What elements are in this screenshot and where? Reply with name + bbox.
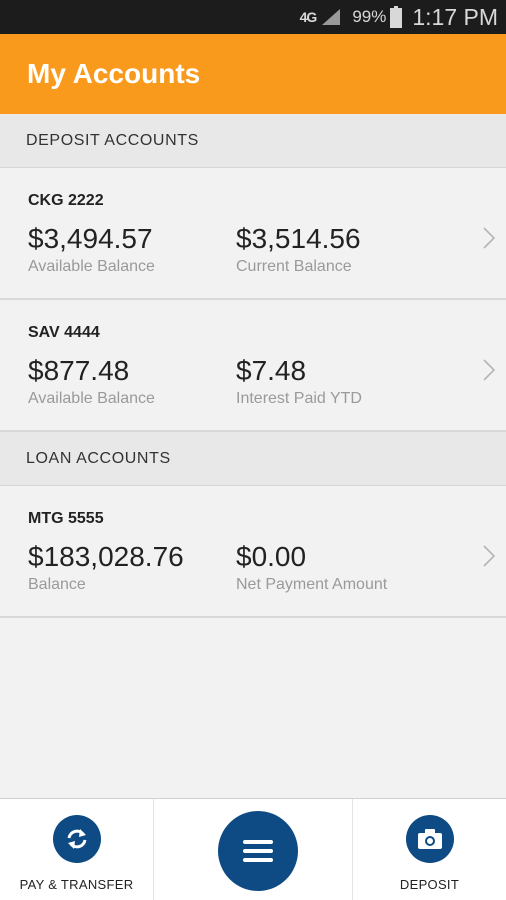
available-balance-label: Available Balance <box>28 258 155 275</box>
deposit-label: DEPOSIT <box>399 877 460 892</box>
account-name: SAV 4444 <box>28 324 100 341</box>
signal-icon <box>322 9 341 25</box>
account-card-sav[interactable]: SAV 4444 $877.48 Available Balance $7.48… <box>0 300 506 432</box>
chevron-right-icon[interactable] <box>482 358 496 382</box>
status-bar: 4G 99% 1:17 PM <box>0 0 506 34</box>
net-payment-label: Net Payment Amount <box>236 576 388 593</box>
battery-percent: 99% <box>352 7 387 26</box>
available-balance-value: $3,494.57 <box>28 223 153 254</box>
pay-transfer-label: PAY & TRANSFER <box>19 877 134 892</box>
page-title: My Accounts <box>27 58 201 89</box>
account-name: CKG 2222 <box>28 192 104 209</box>
refresh-icon <box>52 815 101 863</box>
interest-paid-value: $7.48 <box>236 355 307 386</box>
section-title: DEPOSIT ACCOUNTS <box>26 131 199 149</box>
camera-icon <box>405 815 454 863</box>
current-balance-label: Current Balance <box>236 258 352 275</box>
network-indicator: 4G <box>299 9 318 25</box>
clock: 1:17 PM <box>412 3 498 30</box>
current-balance-value: $3,514.56 <box>236 223 361 254</box>
account-card-mtg[interactable]: MTG 5555 $183,028.76 Balance $0.00 Net P… <box>0 486 506 618</box>
menu-icon <box>243 840 273 862</box>
account-card-ckg[interactable]: CKG 2222 $3,494.57 Available Balance $3,… <box>0 168 506 300</box>
available-balance-label: Available Balance <box>28 390 155 407</box>
available-balance-value: $877.48 <box>28 355 130 386</box>
chevron-right-icon[interactable] <box>482 544 496 568</box>
balance-label: Balance <box>28 576 86 593</box>
net-payment-value: $0.00 <box>236 541 307 572</box>
deposit-button[interactable]: DEPOSIT <box>352 799 506 900</box>
interest-paid-label: Interest Paid YTD <box>236 390 362 407</box>
menu-button[interactable] <box>218 811 298 891</box>
balance-value: $183,028.76 <box>28 541 184 572</box>
battery-icon <box>390 6 403 28</box>
app-header: My Accounts <box>0 34 506 114</box>
pay-transfer-button[interactable]: PAY & TRANSFER <box>0 799 154 900</box>
account-name: MTG 5555 <box>28 510 104 527</box>
section-header-loan: LOAN ACCOUNTS <box>0 432 506 486</box>
chevron-right-icon[interactable] <box>482 226 496 250</box>
bottom-nav: PAY & TRANSFER DEPOSIT <box>0 798 506 900</box>
section-title: LOAN ACCOUNTS <box>26 449 171 467</box>
section-header-deposit: DEPOSIT ACCOUNTS <box>0 114 506 168</box>
